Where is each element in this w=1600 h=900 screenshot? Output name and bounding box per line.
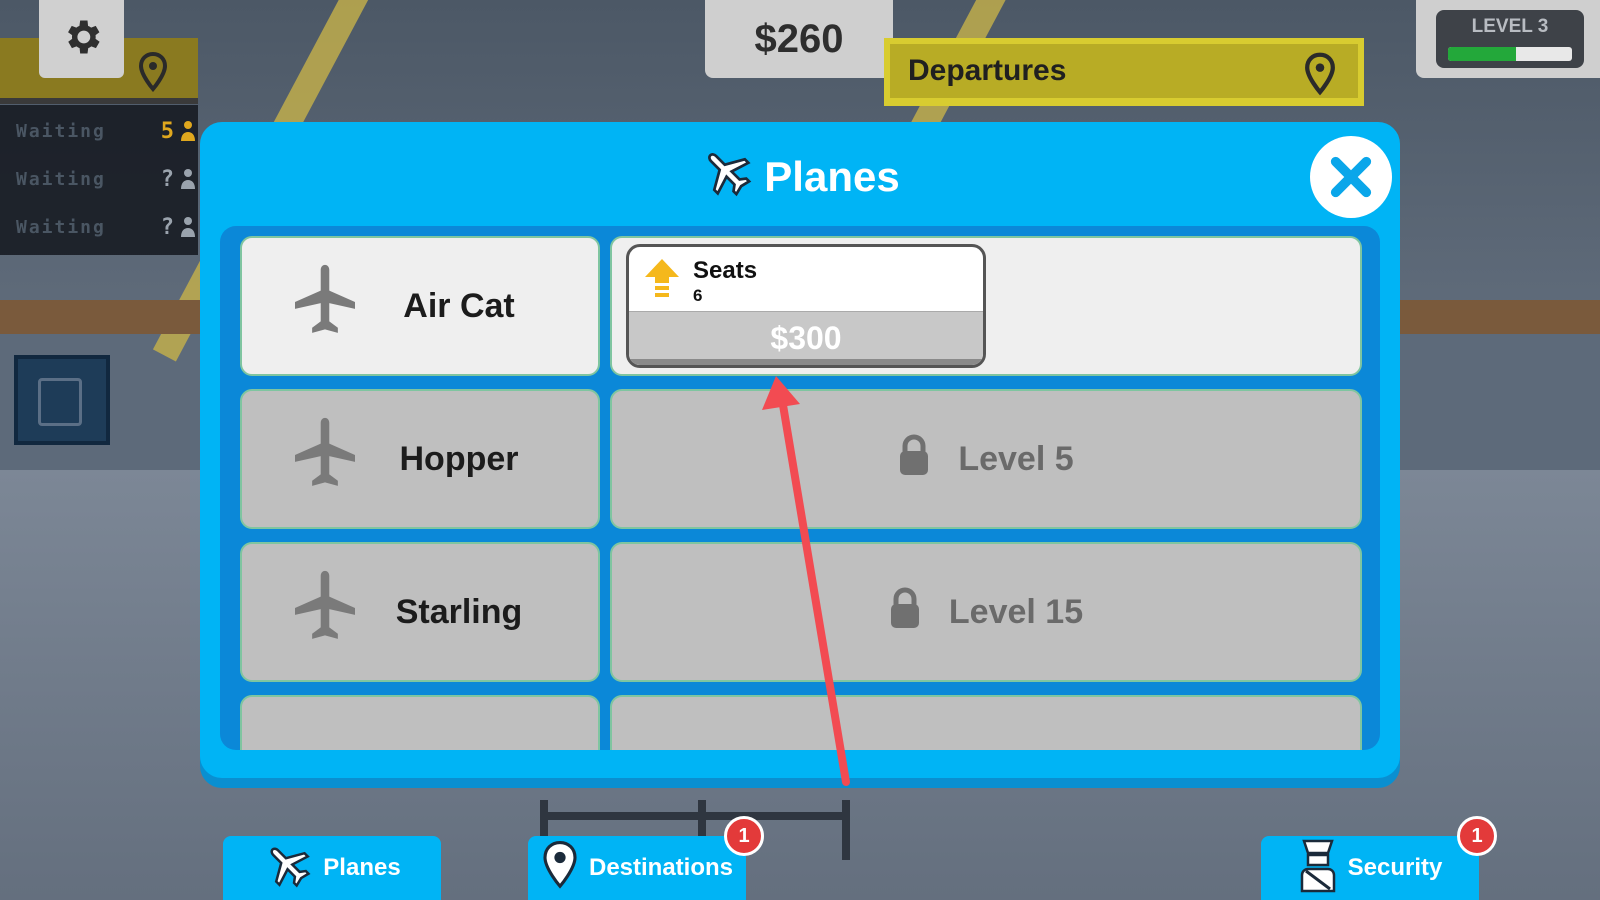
money-value: $260 [754,16,844,61]
plane-row-air-cat: Air Cat Seats 6 $300 [240,236,1362,376]
modal-header: Planes [200,142,1400,212]
queue-rail [540,812,850,820]
plane-row-hopper: Hopper Level 5 [240,389,1362,529]
plane-locked-cell: Level 5 [610,389,1362,529]
tab-label: Destinations [588,854,734,881]
plane-row-starling: Starling Level 15 [240,542,1362,682]
lock-icon [898,434,930,485]
plane-row-partial [240,695,1362,750]
level-progress-bar [1448,47,1572,61]
plane-locked-cell [610,695,1362,750]
person-icon [181,121,195,141]
tab-security[interactable]: Security 1 [1261,816,1497,900]
level-label: LEVEL 3 [1471,16,1549,37]
waiting-label: Waiting [16,216,106,238]
lock-icon [889,587,921,638]
waiting-count: ? [161,167,196,192]
waiting-row: Waiting ? [16,207,196,247]
plane-name-cell: Air Cat [240,236,600,376]
close-button[interactable] [1310,136,1392,218]
map-pin-icon [541,840,579,897]
plane-name: Hopper [399,439,519,478]
tab-planes[interactable]: Planes [223,836,441,900]
airplane-icon [290,568,360,657]
level-indicator: LEVEL 3 [1416,0,1600,78]
waiting-panel: Waiting 5 Waiting ? Waiting ? [0,105,198,255]
modal-title: Planes [764,153,900,200]
plane-upgrades-cell: Seats 6 $300 [610,236,1362,376]
waiting-row: Waiting ? [16,159,196,199]
queue-post [842,800,850,860]
planes-modal: Planes Air Cat Seats 6 $300 Hopper Level… [200,122,1400,778]
notification-badge: 1 [1457,816,1497,856]
buy-upgrade-button[interactable]: $300 [629,311,983,365]
plane-name: Air Cat [403,286,515,325]
airplane-icon [290,262,360,351]
tab-label: Security [1347,854,1443,881]
map-pin-icon[interactable] [1304,52,1336,104]
gear-icon [60,15,104,63]
waiting-count: 5 [161,119,196,144]
passport-icon [38,378,82,426]
arrow-up-icon [643,257,681,303]
airplane-icon [290,415,360,504]
airplane-icon [263,840,313,897]
lock-level-text: Level 5 [958,439,1074,478]
departures-label: Departures [908,54,1067,87]
lock-level-text: Level 15 [948,592,1084,631]
waiting-row: Waiting 5 [16,111,196,151]
notification-badge: 1 [724,816,764,856]
money-display: $260 [705,0,893,78]
level-progress-fill [1448,47,1517,61]
lock-message: Level 5 [612,391,1360,527]
waiting-label: Waiting [16,120,106,142]
close-icon [1330,156,1372,198]
security-guard-icon [1298,837,1338,900]
plane-name-cell: Hopper [240,389,600,529]
planes-list[interactable]: Air Cat Seats 6 $300 Hopper Level 5 Star… [220,226,1380,750]
seats-upgrade-card[interactable]: Seats 6 $300 [626,244,986,368]
waiting-count: ? [161,215,196,240]
upgrade-header: Seats 6 [629,247,983,313]
map-pin-icon[interactable] [138,51,168,96]
person-icon [181,217,195,237]
settings-button[interactable] [39,0,124,78]
plane-locked-cell: Level 15 [610,542,1362,682]
person-icon [181,169,195,189]
plane-name-cell [240,695,600,750]
departures-board[interactable]: Departures [884,38,1364,106]
level-panel: LEVEL 3 [1436,10,1584,68]
airplane-icon [700,145,754,209]
tab-label: Planes [323,854,401,881]
upgrade-label: Seats [693,257,758,284]
plane-name-cell: Starling [240,542,600,682]
tab-destinations[interactable]: Destinations 1 [528,816,764,900]
lock-message: Level 15 [612,544,1360,680]
upgrade-value: 6 [693,286,703,305]
waiting-label: Waiting [16,168,106,190]
plane-name: Starling [395,592,523,631]
